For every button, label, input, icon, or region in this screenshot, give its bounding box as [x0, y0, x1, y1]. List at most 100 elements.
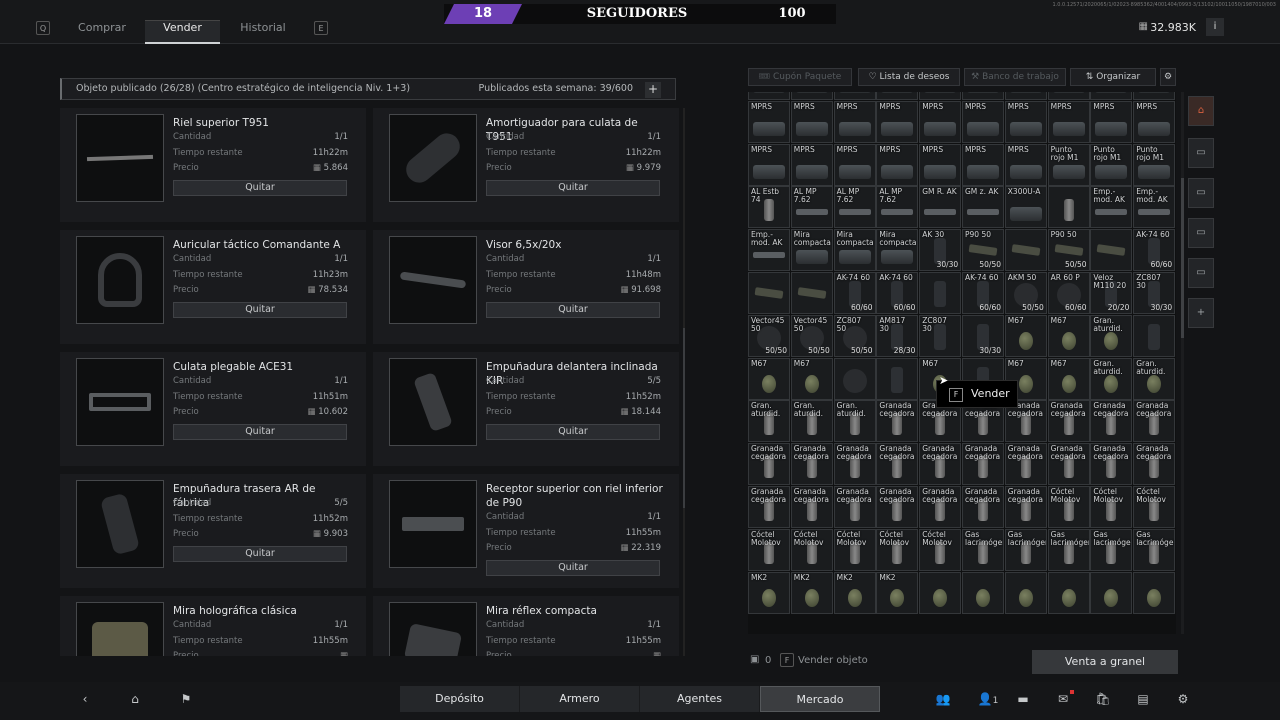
wishlist-button[interactable]: ♡ Lista de deseos — [858, 68, 960, 86]
squad-icon[interactable]: 👥 — [932, 688, 954, 710]
inventory-slot[interactable]: M67 — [1047, 314, 1090, 357]
inventory-slot[interactable]: Granada cegadora — [962, 443, 1004, 486]
inventory-slot[interactable]: Mira compacta — [790, 229, 833, 272]
inventory-slot[interactable]: Cóctel Molotov — [1090, 486, 1133, 528]
inventory-slot[interactable]: MPRS — [919, 100, 962, 143]
inventory-slot[interactable] — [1133, 92, 1176, 100]
inventory-slot[interactable] — [1004, 229, 1047, 272]
inventory-slot[interactable]: M67 — [1004, 314, 1047, 357]
organize-button[interactable]: ⇅ Organizar — [1070, 68, 1156, 86]
add-slot-button[interactable]: + — [645, 82, 661, 98]
inventory-slot[interactable]: AR 60 P 60/60 — [1047, 272, 1090, 314]
info-button[interactable]: i — [1206, 18, 1224, 36]
shop-icon[interactable]: 🛍 — [1092, 688, 1114, 710]
inventory-slot[interactable] — [790, 272, 833, 314]
inventory-slot[interactable]: AL MP 7.62 — [833, 186, 876, 229]
inventory-slot[interactable] — [833, 92, 876, 100]
inventory-slot[interactable]: Granada cegadora — [790, 486, 833, 528]
home-icon[interactable]: ⌂ — [124, 688, 146, 710]
inventory-slot[interactable] — [1090, 571, 1133, 614]
inventory-slot[interactable]: Veloz M110 20 20/20 — [1090, 272, 1133, 314]
inventory-scrollbar[interactable] — [1181, 92, 1184, 634]
inventory-slot[interactable]: Gran. aturdid. — [1090, 357, 1133, 400]
inventory-slot[interactable]: AM817 30 28/30 — [876, 314, 919, 357]
side-tab-container-1[interactable]: ▭ — [1188, 138, 1214, 168]
remove-listing-button[interactable]: Quitar — [486, 560, 660, 576]
inventory-slot[interactable]: AL MP 7.62 — [876, 186, 919, 229]
inventory-slot[interactable]: Gas lacrimógeno — [1004, 528, 1047, 571]
inventory-slot[interactable] — [1047, 92, 1090, 100]
inventory-slot[interactable]: MPRS — [748, 100, 790, 143]
side-tab-home[interactable]: ⌂ — [1188, 96, 1214, 126]
coupon-button[interactable]: 🎟 Cupón Paquete — [748, 68, 852, 86]
inventory-slot[interactable]: ZC807 50 50/50 — [833, 314, 876, 357]
inventory-slot[interactable]: Granada cegadora — [919, 443, 962, 486]
inventory-slot[interactable] — [962, 92, 1004, 100]
inventory-slot[interactable]: MK2 — [790, 571, 833, 614]
inventory-slot[interactable]: Granada cegadora — [1047, 443, 1090, 486]
inventory-slot[interactable]: MK2 — [748, 571, 790, 614]
inventory-slot[interactable]: MPRS — [790, 100, 833, 143]
book-icon[interactable]: ▤ — [1132, 688, 1154, 710]
inventory-slot[interactable]: MPRS — [790, 143, 833, 186]
inventory-slot[interactable]: Gran. aturdid. — [1133, 357, 1176, 400]
inventory-slot[interactable]: MPRS — [748, 143, 790, 186]
inventory-slot[interactable]: AL MP 7.62 — [790, 186, 833, 229]
inventory-slot[interactable]: Cóctel Molotov — [833, 528, 876, 571]
remove-listing-button[interactable]: Quitar — [173, 302, 347, 318]
inventory-slot[interactable]: Gas lacrimógeno — [1133, 528, 1176, 571]
inventory-slot[interactable]: MPRS — [919, 143, 962, 186]
inventory-slot[interactable]: 30/30 — [962, 314, 1004, 357]
inventory-slot[interactable]: MPRS — [833, 143, 876, 186]
inventory-slot[interactable]: Granada cegadora — [1004, 443, 1047, 486]
inventory-slot[interactable]: AK-74 60 60/60 — [876, 272, 919, 314]
inventory-slot[interactable]: MPRS — [1004, 100, 1047, 143]
inventory-slot[interactable]: Granada cegadora — [1090, 400, 1133, 443]
inventory-slot[interactable]: Gran. aturdid. — [1090, 314, 1133, 357]
inventory-slot[interactable]: Punto rojo M1 — [1090, 143, 1133, 186]
inventory-slot[interactable] — [876, 92, 919, 100]
inventory-slot[interactable] — [1090, 229, 1133, 272]
side-tab-container-4[interactable]: ▭ — [1188, 258, 1214, 288]
inventory-slot[interactable]: Cóctel Molotov — [1047, 486, 1090, 528]
remove-listing-button[interactable]: Quitar — [173, 424, 347, 440]
back-icon[interactable]: ‹ — [74, 688, 96, 710]
inventory-slot[interactable]: AKM 50 50/50 — [1004, 272, 1047, 314]
inventory-slot[interactable] — [1004, 92, 1047, 100]
inventory-slot[interactable]: M67 — [1047, 357, 1090, 400]
inventory-slot[interactable]: Emp.-mod. AK — [1133, 186, 1176, 229]
inventory-slot[interactable]: MPRS — [1133, 100, 1176, 143]
settings-button[interactable]: ⚙ — [1160, 68, 1176, 86]
inventory-slot[interactable]: Punto rojo M1 — [1133, 143, 1176, 186]
inventory-slot[interactable]: Gran. aturdid. — [748, 400, 790, 443]
listings-scrollbar[interactable] — [683, 108, 685, 656]
inventory-slot[interactable] — [919, 272, 962, 314]
inventory-slot[interactable]: Granada cegadora — [748, 443, 790, 486]
remove-listing-button[interactable]: Quitar — [486, 180, 660, 196]
mail-icon[interactable]: ✉ — [1052, 688, 1074, 710]
inventory-slot[interactable]: Cóctel Molotov — [1133, 486, 1176, 528]
workbench-button[interactable]: ⚒ Banco de trabajo — [964, 68, 1066, 86]
inventory-slot[interactable]: Cóctel Molotov — [876, 528, 919, 571]
add-container-button[interactable]: + — [1188, 298, 1214, 328]
inventory-slot[interactable]: P90 50 50/50 — [1047, 229, 1090, 272]
inventory-slot[interactable]: MPRS — [1090, 100, 1133, 143]
side-tab-container-2[interactable]: ▭ — [1188, 178, 1214, 208]
inventory-slot[interactable]: Granada cegadora — [1090, 443, 1133, 486]
inventory-slot[interactable]: Cóctel Molotov — [790, 528, 833, 571]
inventory-slot[interactable]: ZC807 30 — [919, 314, 962, 357]
inventory-slot[interactable]: Granada cegadora — [748, 486, 790, 528]
inventory-slot[interactable]: X300U-A — [1004, 186, 1047, 229]
inventory-slot[interactable]: Granada cegadora — [876, 443, 919, 486]
inventory-slot[interactable]: AK 30 30/30 — [919, 229, 962, 272]
inventory-slot[interactable]: Granada cegadora — [1133, 443, 1176, 486]
inventory-slot[interactable]: AK-74 60 60/60 — [833, 272, 876, 314]
inventory-slot[interactable] — [748, 272, 790, 314]
scroll-thumb[interactable] — [683, 328, 685, 508]
inventory-slot[interactable] — [1090, 92, 1133, 100]
inventory-slot[interactable] — [919, 571, 962, 614]
inventory-slot[interactable]: Granada cegadora — [1047, 400, 1090, 443]
remove-listing-button[interactable]: Quitar — [486, 424, 660, 440]
inventory-slot[interactable] — [790, 92, 833, 100]
inventory-slot[interactable]: MPRS — [833, 100, 876, 143]
